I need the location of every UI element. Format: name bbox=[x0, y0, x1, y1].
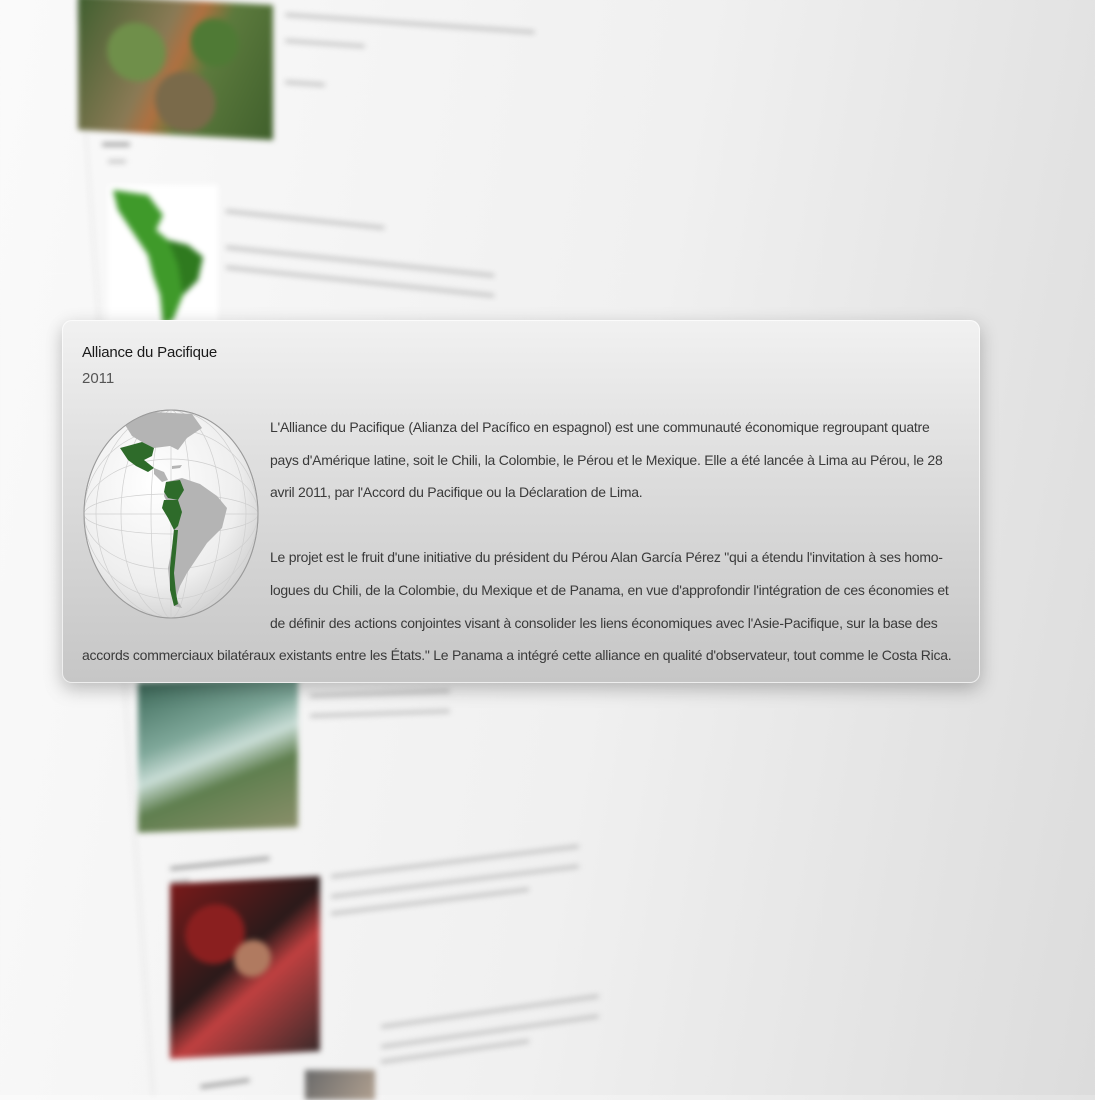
popup-description: L'Alliance du Pacifique (Alianza del Pac… bbox=[82, 411, 958, 672]
event-detail-popup[interactable]: Alliance du Pacifique 2011 L'Alliance du… bbox=[62, 320, 980, 683]
crowd-photo-thumbnail bbox=[170, 876, 320, 1059]
latin-america-map-thumbnail bbox=[108, 185, 218, 325]
aerial-photo-thumbnail bbox=[78, 0, 273, 141]
text-line bbox=[380, 994, 600, 1029]
entry-title-line bbox=[102, 143, 130, 146]
text-line bbox=[285, 13, 535, 34]
text-line bbox=[309, 689, 451, 698]
popup-year: 2011 bbox=[82, 370, 115, 387]
popup-title: Alliance du Pacifique bbox=[82, 344, 218, 361]
entry-title-line bbox=[200, 1078, 250, 1089]
landscape-photo-thumbnail bbox=[138, 677, 298, 833]
text-line bbox=[284, 80, 326, 87]
entry-year-line bbox=[108, 160, 126, 163]
entry-title-line bbox=[170, 856, 270, 871]
text-line bbox=[330, 844, 580, 879]
photo-thumbnail bbox=[305, 1070, 375, 1100]
text-line bbox=[309, 709, 451, 718]
text-line bbox=[284, 39, 366, 48]
text-line bbox=[225, 209, 385, 230]
